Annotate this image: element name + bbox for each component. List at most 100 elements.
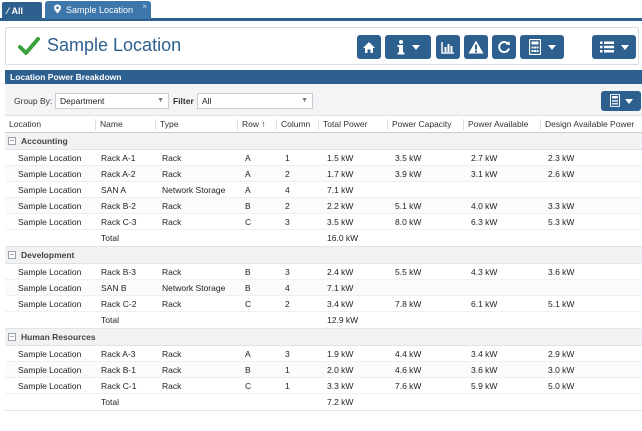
table-row[interactable]: Sample Location Rack A-3 Rack A 3 1.9 kW 4.4 k… (5, 346, 642, 362)
group-by-select[interactable]: Department ▼ (55, 93, 169, 109)
cell-power-capacity: 7.6 kW (395, 381, 422, 391)
tab-close-icon[interactable]: × (142, 2, 147, 11)
table-row[interactable]: Sample Location Rack C-2 Rack C 2 3.4 kW 7.8 k… (5, 296, 642, 312)
group-row[interactable]: − Accounting (5, 133, 642, 150)
info-menu-button[interactable] (385, 35, 431, 59)
cell-type: Rack (162, 267, 182, 277)
group-row[interactable]: − Human Resources (5, 329, 642, 346)
table-row[interactable]: Sample Location Rack A-1 Rack A 1 1.5 kW 3.5 k… (5, 150, 642, 166)
cell-type: Rack (162, 365, 182, 375)
warning-icon (468, 40, 484, 54)
tab-sample-location[interactable]: Sample Location × (45, 1, 151, 19)
cell-name: Rack C-3 (101, 217, 137, 227)
group-row[interactable]: − Development (5, 247, 642, 264)
group-by-label: Group By: (14, 96, 53, 106)
cell-name: SAN B (101, 283, 127, 293)
chevron-down-icon: ▼ (157, 97, 164, 104)
table-row[interactable]: Sample Location Rack B-1 Rack B 1 2.0 kW 4.6 k… (5, 362, 642, 378)
cell-power-available: 4.0 kW (471, 201, 498, 211)
collapse-icon[interactable]: − (8, 137, 16, 145)
column-header-type[interactable]: Type (155, 119, 178, 130)
table-row[interactable]: Sample Location Rack C-1 Rack C 1 3.3 kW 7.6 k… (5, 378, 642, 394)
cell-name: Rack A-1 (101, 153, 136, 163)
table-row[interactable]: Sample Location Rack A-2 Rack A 2 1.7 kW 3.9 k… (5, 166, 642, 182)
calculator-icon (609, 93, 620, 109)
collapse-icon[interactable]: − (8, 251, 16, 259)
cell-total-power: 2.2 kW (327, 201, 354, 211)
cell-name: Rack C-2 (101, 299, 137, 309)
cell-location: Sample Location (18, 299, 82, 309)
filter-label: Filter (173, 96, 194, 106)
cell-row: B (245, 201, 251, 211)
cell-power-available: 3.6 kW (471, 365, 498, 375)
chevron-down-icon: ▼ (301, 97, 308, 104)
cell-type: Network Storage (162, 185, 226, 195)
cell-column: 3 (285, 217, 290, 227)
cell-power-available: 3.1 kW (471, 169, 498, 179)
power-breakdown-table: Location Name Type Row ↑ Column Total Po… (5, 116, 642, 411)
chevron-down-icon (620, 44, 629, 50)
cell-name: Rack A-3 (101, 349, 136, 359)
column-header-total-power[interactable]: Total Power (318, 119, 367, 130)
table-row[interactable]: Sample Location Rack C-3 Rack C 3 3.5 kW 8.0 k… (5, 214, 642, 230)
table-row[interactable]: Sample Location Rack B-2 Rack B 2 2.2 kW 5.1 k… (5, 198, 642, 214)
alerts-button[interactable] (464, 35, 488, 59)
cell-name: SAN A (101, 185, 127, 195)
cell-location: Sample Location (18, 169, 82, 179)
home-icon (362, 41, 376, 54)
filter-select[interactable]: All ▼ (197, 93, 313, 109)
list-icon (599, 41, 614, 53)
chevron-down-icon (624, 96, 633, 106)
group-label: Development (21, 250, 75, 260)
calculator-menu-button[interactable] (520, 35, 564, 59)
list-menu-button[interactable] (592, 35, 636, 59)
checkmark-icon (18, 36, 40, 56)
column-header-column[interactable]: Column (276, 119, 310, 130)
cell-design-available-power: 5.0 kW (548, 381, 575, 391)
cell-column: 4 (285, 185, 290, 195)
refresh-icon (497, 40, 511, 54)
cell-type: Rack (162, 381, 182, 391)
cell-design-available-power: 3.3 kW (548, 201, 575, 211)
total-label: Total (101, 397, 119, 407)
cell-row: C (245, 217, 252, 227)
refresh-button[interactable] (492, 35, 516, 59)
column-header-row[interactable]: Row ↑ (237, 119, 266, 130)
table-row[interactable]: Sample Location SAN A Network Storage A 4 7.1… (5, 182, 642, 198)
cell-name: Rack B-3 (101, 267, 136, 277)
column-header-design-available-power[interactable]: Design Available Power (540, 119, 634, 130)
column-header-power-capacity[interactable]: Power Capacity (387, 119, 452, 130)
cell-total-power: 3.3 kW (327, 381, 354, 391)
filter-value: All (202, 96, 212, 106)
cell-type: Rack (162, 217, 182, 227)
cell-type: Rack (162, 153, 182, 163)
collapse-icon[interactable]: − (8, 333, 16, 341)
cell-location: Sample Location (18, 381, 82, 391)
cell-power-capacity: 5.5 kW (395, 267, 422, 277)
panel-title: Location Power Breakdown (5, 70, 642, 84)
cell-location: Sample Location (18, 365, 82, 375)
cell-total-power: 1.9 kW (327, 349, 354, 359)
panel-calculator-button[interactable] (601, 91, 641, 111)
column-header-name[interactable]: Name (95, 119, 123, 130)
group-by-value: Department (60, 96, 105, 106)
cell-column: 2 (285, 299, 290, 309)
column-header-location[interactable]: Location (5, 119, 41, 130)
chart-button[interactable] (436, 35, 460, 59)
cell-location: Sample Location (18, 185, 82, 195)
home-button[interactable] (357, 35, 381, 59)
total-label: Total (101, 233, 119, 243)
total-value: 12.9 kW (327, 315, 359, 325)
cell-power-available: 3.4 kW (471, 349, 498, 359)
table-row[interactable]: Sample Location SAN B Network Storage B 4 7.1… (5, 280, 642, 296)
table-row[interactable]: Sample Location Rack B-3 Rack B 3 2.4 kW 5.5 k… (5, 264, 642, 280)
tab-all[interactable]: ⁄ All (2, 2, 42, 19)
total-row: Total 7.2 kW (5, 394, 642, 411)
location-pin-icon (53, 4, 62, 16)
tab-all-label: All (11, 5, 24, 16)
cell-power-capacity: 3.9 kW (395, 169, 422, 179)
cell-design-available-power: 3.0 kW (548, 365, 575, 375)
cell-power-available: 5.9 kW (471, 381, 498, 391)
column-header-power-available[interactable]: Power Available (463, 119, 528, 130)
tab-strip: ⁄ All Sample Location × (0, 0, 642, 21)
